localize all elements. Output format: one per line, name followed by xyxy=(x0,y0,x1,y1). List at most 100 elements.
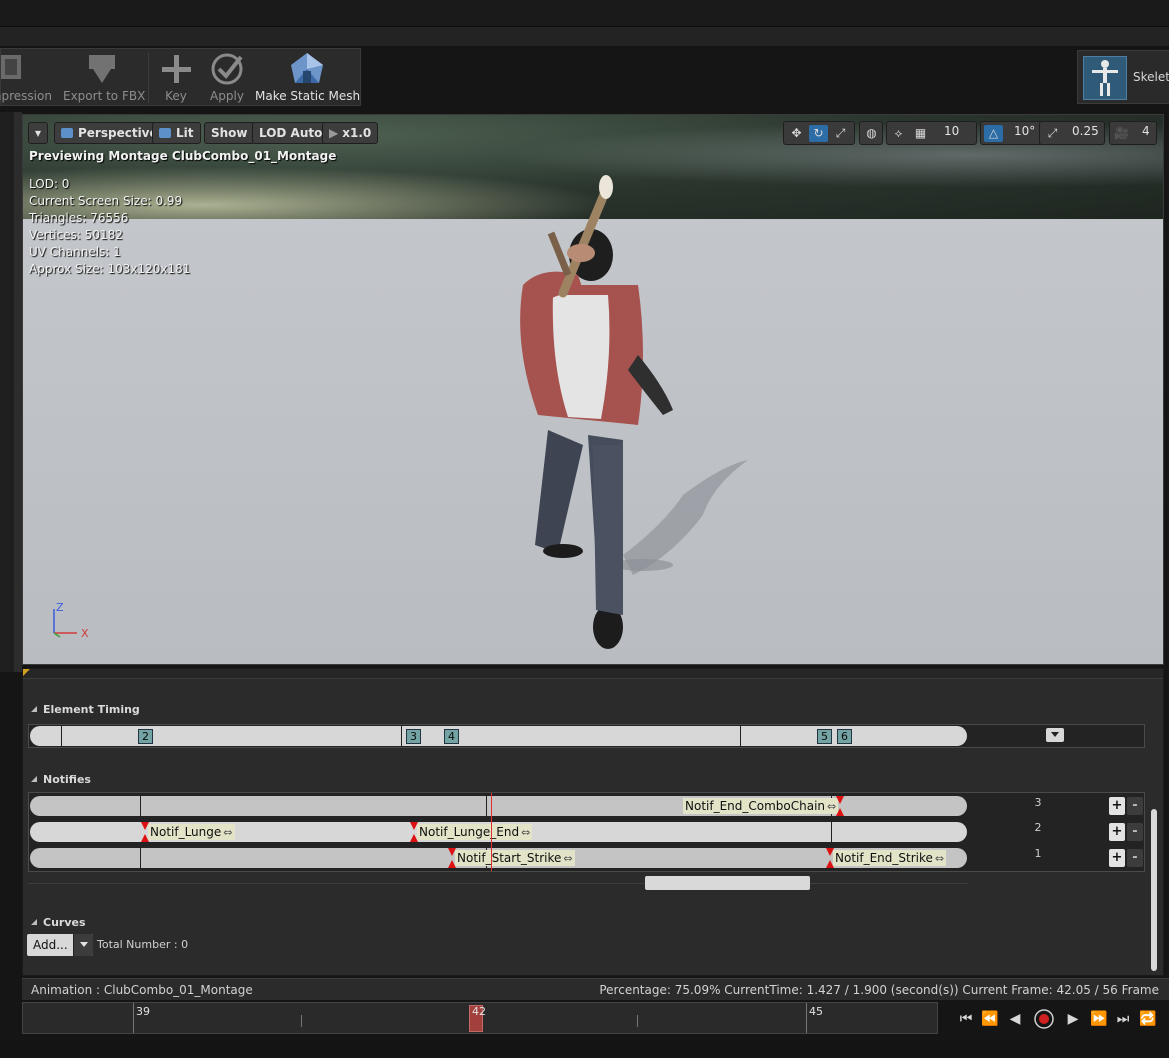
skip-to-end-icon[interactable]: ⏭ xyxy=(1112,1008,1134,1030)
character-preview xyxy=(520,175,748,649)
asset-toolbar: Compression Export to FBX Key Apply Make… xyxy=(0,48,361,106)
notify-pin-icon[interactable] xyxy=(826,848,834,868)
notify-item[interactable]: Notif_Lunge ⇔ xyxy=(148,824,235,840)
notify-item[interactable]: Notif_Lunge_End ⇔ xyxy=(417,824,533,840)
rotation-snap-icon[interactable]: △ xyxy=(984,125,1003,142)
add-curve-button[interactable]: Add... xyxy=(27,934,93,956)
timing-marker[interactable]: 4 xyxy=(444,729,459,744)
export-fbx-label: Export to FBX xyxy=(63,89,146,103)
notify-pin-icon[interactable] xyxy=(448,848,456,868)
add-notify-track-button[interactable]: + xyxy=(1109,797,1125,815)
curves-header[interactable]: Curves xyxy=(31,916,86,929)
timing-marker[interactable]: 6 xyxy=(837,729,852,744)
left-panel-splitter[interactable] xyxy=(14,112,22,672)
scale-icon[interactable]: ⤢ xyxy=(831,125,850,142)
add-notify-track-button[interactable]: + xyxy=(1109,849,1125,867)
branch-arrows-icon: ⇔ xyxy=(223,826,233,839)
rotation-snap-value[interactable]: 10° xyxy=(1014,124,1035,138)
timing-marker[interactable]: 5 xyxy=(817,729,832,744)
add-notify-track-button[interactable]: + xyxy=(1109,823,1125,841)
translate-icon[interactable]: ✥ xyxy=(787,125,806,142)
key-button[interactable]: Key xyxy=(155,49,197,107)
horizontal-scrollbar[interactable] xyxy=(645,876,810,890)
world-globe-icon[interactable]: ◍ xyxy=(862,125,881,142)
apply-button[interactable]: Apply xyxy=(205,49,249,107)
timeline-scrubber[interactable]: 39 45 42 xyxy=(22,1002,938,1034)
timeline-minor-tick xyxy=(301,1015,302,1027)
viewport-options-dropdown[interactable]: ▾ xyxy=(28,122,48,144)
element-timing-track[interactable]: 2 3 4 5 6 xyxy=(30,726,967,746)
vertical-scrollbar[interactable] xyxy=(1151,809,1157,971)
notify-item[interactable]: Notif_Start_Strike ⇔ xyxy=(455,850,575,866)
play-forward-icon[interactable]: ▶ xyxy=(1062,1008,1084,1030)
remove-notify-track-button[interactable]: - xyxy=(1127,797,1143,815)
grid-snap-value[interactable]: 10 xyxy=(944,124,959,138)
preview-viewport[interactable]: ▾ Perspective Lit Show LOD Auto ▶ x1.0 ✥ … xyxy=(22,114,1164,665)
branch-arrows-icon: ⇔ xyxy=(934,852,945,865)
element-timing-header[interactable]: Element Timing xyxy=(31,703,140,716)
lod-button[interactable]: LOD Auto xyxy=(252,122,330,144)
notify-track-3[interactable]: Notif_End_ComboChain ⇔ xyxy=(30,796,967,816)
lit-button[interactable]: Lit xyxy=(152,122,201,144)
make-static-mesh-label: Make Static Mesh xyxy=(255,89,361,103)
notify-item[interactable]: Notif_End_Strike ⇔ xyxy=(833,850,947,866)
toolbar-divider xyxy=(148,53,149,103)
record-button[interactable] xyxy=(1033,1008,1055,1030)
timeline-frame-label: 45 xyxy=(809,1005,823,1018)
skeleton-mode-tab[interactable]: Skeleton xyxy=(1077,50,1169,104)
section-tick xyxy=(140,848,141,868)
axis-gizmo: Z X xyxy=(51,601,101,643)
scale-snap-icon[interactable]: ⤢ xyxy=(1043,125,1062,142)
lod-label: LOD Auto xyxy=(259,126,323,140)
apply-label: Apply xyxy=(210,89,244,103)
skip-to-start-icon[interactable]: ⏮ xyxy=(955,1008,977,1030)
timing-marker[interactable]: 3 xyxy=(406,729,421,744)
timeline-minor-tick xyxy=(637,1015,638,1027)
scale-snap-value[interactable]: 0.25 xyxy=(1072,124,1099,138)
remove-notify-track-button[interactable]: - xyxy=(1127,823,1143,841)
compression-button[interactable]: Compression xyxy=(0,49,53,107)
notify-track-2[interactable]: Notif_Lunge ⇔ Notif_Lunge_End ⇔ xyxy=(30,822,967,842)
grid-icon[interactable]: ▦ xyxy=(911,125,930,142)
left-panel-edge xyxy=(0,112,14,672)
play-speed-button[interactable]: ▶ x1.0 xyxy=(322,122,379,144)
branch-arrows-icon: ⇔ xyxy=(563,852,573,865)
stat-lod: LOD: 0 xyxy=(29,177,70,191)
timing-marker[interactable]: 2 xyxy=(138,729,153,744)
rotate-icon[interactable]: ↻ xyxy=(809,125,828,142)
notify-playhead-line xyxy=(491,793,492,871)
surface-snap-icon[interactable]: ⟡ xyxy=(889,125,908,142)
notifies-divider xyxy=(28,883,968,884)
notify-pin-icon[interactable] xyxy=(141,822,149,842)
stat-uv-channels: UV Channels: 1 xyxy=(29,245,121,259)
section-tick xyxy=(401,726,402,746)
play-reverse-icon[interactable]: ◀ xyxy=(1004,1008,1026,1030)
perspective-button[interactable]: Perspective xyxy=(54,122,165,144)
notify-track-number: 3 xyxy=(1034,796,1042,809)
compression-label: Compression xyxy=(0,89,52,103)
show-button[interactable]: Show xyxy=(204,122,255,144)
loop-icon[interactable]: 🔁 xyxy=(1137,1008,1159,1030)
section-tick xyxy=(486,796,487,816)
make-static-mesh-button[interactable]: Make Static Mesh xyxy=(255,49,361,107)
camera-speed-value[interactable]: 4 xyxy=(1142,124,1150,138)
notifies-header[interactable]: Notifies xyxy=(31,773,91,786)
notify-track-1[interactable]: Notif_Start_Strike ⇔ Notif_End_Strike ⇔ xyxy=(30,848,967,868)
skeleton-label: Skeleton xyxy=(1133,70,1169,84)
notify-pin-icon[interactable] xyxy=(410,822,418,842)
chevron-down-icon xyxy=(1051,732,1059,737)
export-fbx-button[interactable]: Export to FBX xyxy=(63,49,146,107)
notify-pin-icon[interactable] xyxy=(836,796,844,816)
step-forward-icon[interactable]: ⏩ xyxy=(1088,1008,1110,1030)
collapse-arrow-icon xyxy=(31,776,37,782)
remove-notify-track-button[interactable]: - xyxy=(1127,849,1143,867)
notify-item[interactable]: Notif_End_ComboChain ⇔ xyxy=(683,798,839,814)
camera-speed-icon[interactable]: 🎥 xyxy=(1112,125,1131,142)
chevron-down-icon[interactable] xyxy=(73,934,93,956)
element-timing-dropdown[interactable] xyxy=(1046,728,1064,742)
chevron-down-icon: ▾ xyxy=(34,126,42,140)
step-back-icon[interactable]: ⏪ xyxy=(979,1008,1001,1030)
camera-speed-group: 🎥 4 xyxy=(1109,121,1157,145)
compression-icon xyxy=(0,49,53,89)
tab-strip xyxy=(0,26,1169,46)
